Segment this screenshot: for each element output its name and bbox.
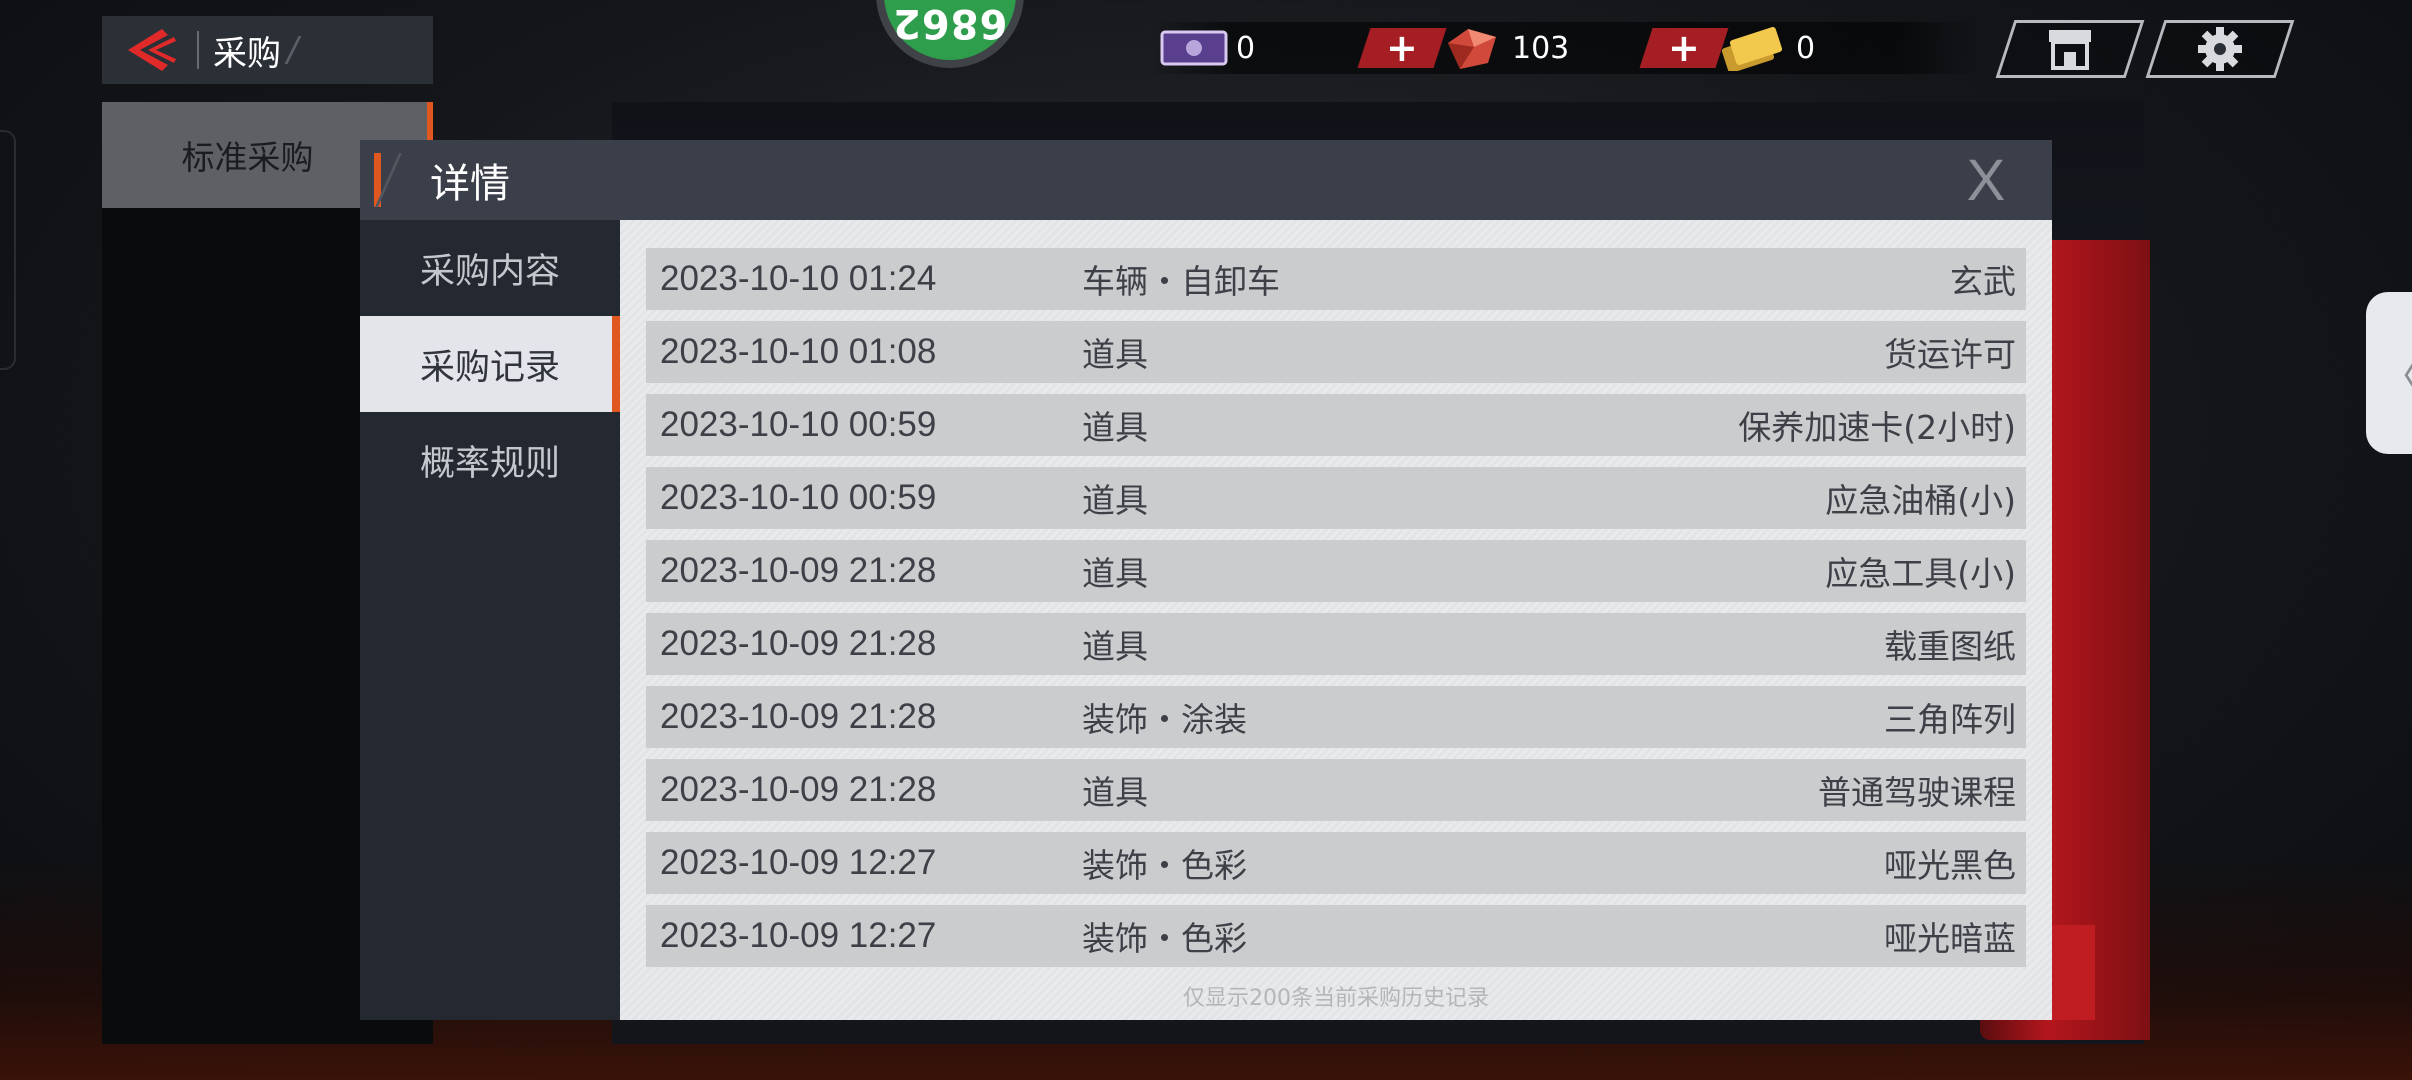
record-item: 载重图纸	[1884, 627, 2016, 666]
record-date: 2023-10-09 21:28	[660, 770, 937, 809]
record-date: 2023-10-09 21:28	[660, 551, 937, 590]
badge-text: 6862	[892, 0, 1008, 46]
record-date: 2023-10-10 00:59	[660, 405, 937, 444]
record-row: 2023-10-09 21:28 道具 载重图纸	[646, 613, 2026, 675]
record-date: 2023-10-10 00:59	[660, 478, 937, 517]
record-type: 装饰・色彩	[1082, 919, 1247, 958]
record-date: 2023-10-10 01:24	[660, 259, 937, 298]
record-row: 2023-10-09 12:27 装饰・色彩 哑光暗蓝	[646, 905, 2026, 967]
dialog-header: 详情 X	[360, 140, 2052, 220]
record-date: 2023-10-09 12:27	[660, 916, 937, 955]
dialog-nav: 采购内容 采购记录 概率规则	[360, 220, 620, 1020]
settings-button[interactable]	[2145, 20, 2295, 78]
tab-purchase-records[interactable]: 采购记录	[360, 316, 620, 412]
record-type: 道具	[1082, 554, 1148, 593]
gold-coupon-icon	[1721, 27, 1783, 71]
records-footer-note: 仅显示200条当前采购历史记录	[1183, 986, 1489, 1011]
plus-icon: +	[1386, 26, 1418, 70]
side-expand-tab[interactable]: 〈	[2366, 292, 2412, 454]
chevron-left-icon: 〈	[2371, 344, 2412, 402]
ticket-count: 0	[1236, 30, 1256, 66]
left-edge-handle	[0, 130, 16, 370]
record-row: 2023-10-09 12:27 装饰・色彩 哑光黑色	[646, 832, 2026, 894]
header-divider	[197, 31, 199, 69]
record-type: 道具	[1082, 627, 1148, 666]
record-type: 道具	[1082, 335, 1148, 374]
page-title: 采购	[213, 33, 281, 74]
currency-coupon: 0	[1720, 22, 1815, 74]
ticket-icon	[1160, 30, 1228, 66]
header-deco: /	[287, 30, 299, 70]
tab-probability-rules[interactable]: 概率规则	[360, 412, 620, 508]
record-row: 2023-10-09 21:28 装饰・涂装 三角阵列	[646, 686, 2026, 748]
records-list[interactable]: 2023-10-10 01:24 车辆・自卸车 玄武 2023-10-10 01…	[620, 220, 2052, 1020]
record-date: 2023-10-09 12:27	[660, 843, 937, 882]
record-date: 2023-10-09 21:28	[660, 624, 937, 663]
add-gem-button[interactable]: +	[1357, 26, 1447, 70]
record-type: 道具	[1082, 773, 1148, 812]
add-coupon-button[interactable]: +	[1639, 26, 1729, 70]
record-item: 哑光黑色	[1884, 846, 2016, 885]
record-item: 普通驾驶课程	[1818, 773, 2016, 812]
tab-label: 采购记录	[419, 347, 560, 388]
record-date: 2023-10-10 01:08	[660, 332, 937, 371]
record-row: 2023-10-10 00:59 道具 保养加速卡(2小时)	[646, 394, 2026, 456]
back-arrow-icon	[127, 29, 176, 71]
currency-gem: 103	[1440, 22, 1569, 74]
close-button[interactable]: X	[1956, 147, 2016, 213]
record-item: 玄武	[1950, 262, 2016, 301]
gem-count: 103	[1512, 30, 1570, 66]
record-item: 哑光暗蓝	[1884, 919, 2016, 958]
record-type: 道具	[1082, 408, 1148, 447]
record-item: 应急工具(小)	[1825, 554, 2016, 593]
record-row: 2023-10-10 01:24 车辆・自卸车 玄武	[646, 248, 2026, 310]
record-date: 2023-10-09 21:28	[660, 697, 937, 736]
currency-bar: 0 + 103 + 0	[1150, 22, 1980, 74]
record-row: 2023-10-10 00:59 道具 应急油桶(小)	[646, 467, 2026, 529]
record-item: 货运许可	[1884, 335, 2016, 374]
details-dialog: 详情 X 采购内容 采购记录 概率规则 2023-10-10 01:24 车辆・…	[360, 140, 2052, 1020]
plus-icon: +	[1668, 26, 1700, 70]
close-icon: X	[1966, 147, 2006, 213]
record-item: 保养加速卡(2小时)	[1738, 408, 2016, 447]
tab-label: 采购内容	[419, 251, 560, 292]
record-row: 2023-10-10 01:08 道具 货运许可	[646, 321, 2026, 383]
back-button[interactable]	[102, 16, 197, 84]
dialog-title: 详情	[430, 161, 510, 207]
tab-label: 概率规则	[419, 443, 560, 484]
record-item: 应急油桶(小)	[1825, 481, 2016, 520]
shop-button[interactable]	[1995, 20, 2145, 78]
record-row: 2023-10-09 21:28 道具 应急工具(小)	[646, 540, 2026, 602]
record-item: 三角阵列	[1884, 700, 2016, 739]
top-header: 采购 /	[102, 16, 433, 84]
record-type: 车辆・自卸车	[1082, 262, 1280, 301]
shop-icon	[2049, 30, 2091, 70]
record-type: 装饰・色彩	[1082, 846, 1247, 885]
tab-purchase-content[interactable]: 采购内容	[360, 220, 620, 316]
record-row: 2023-10-09 21:28 道具 普通驾驶课程	[646, 759, 2026, 821]
record-type: 装饰・涂装	[1082, 700, 1247, 739]
coupon-count: 0	[1796, 30, 1816, 66]
category-label: 标准采购	[181, 138, 314, 177]
gear-icon	[2198, 27, 2242, 71]
level-badge[interactable]: 6862	[876, 0, 1024, 68]
gem-icon	[1448, 29, 1496, 69]
record-type: 道具	[1082, 481, 1148, 520]
currency-ticket: 0	[1160, 22, 1255, 74]
